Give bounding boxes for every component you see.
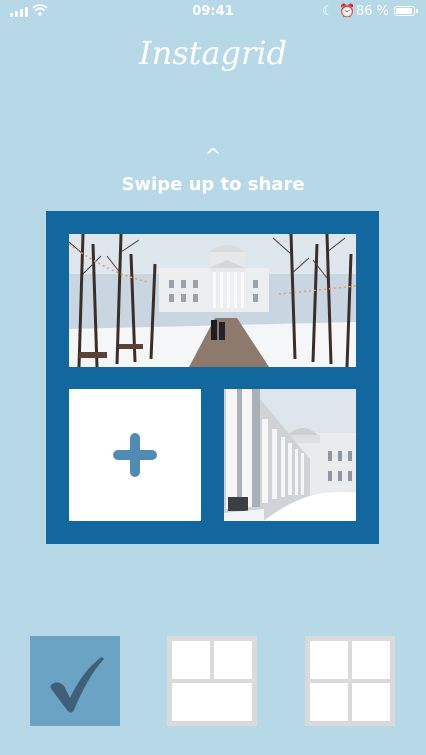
checkmark-icon (50, 657, 104, 713)
battery-percentage: 86 % (356, 4, 390, 19)
moon-icon: ☾ (322, 4, 334, 19)
layout-cell (172, 683, 252, 721)
plus-icon (113, 433, 157, 477)
layout-one-top-two-bottom-button[interactable] (30, 636, 120, 726)
photo-slot-add[interactable] (69, 389, 201, 521)
alarm-icon: ⏰ (339, 4, 356, 19)
status-bar: 09:41 ☾ ⏰ 86 % (0, 0, 426, 24)
photo-palace-colonnade (224, 389, 356, 521)
layout-cell (352, 683, 390, 721)
photo-slot-top[interactable] (69, 234, 356, 367)
layout-cell (310, 683, 348, 721)
app-title: Instagrid (138, 34, 288, 72)
swipe-up-label[interactable]: Swipe up to share (0, 174, 426, 195)
layout-cell (352, 641, 390, 679)
layout-cell (214, 641, 252, 679)
layout-cell (172, 641, 210, 679)
photo-grid (46, 211, 379, 544)
layout-two-top-one-bottom-button[interactable] (167, 636, 257, 726)
photo-slot-bottom-right[interactable] (224, 389, 356, 521)
swipe-up-arrow-icon: ^ (204, 144, 222, 168)
battery-icon (394, 6, 418, 16)
layout-cell (310, 641, 348, 679)
photo-palace-park (69, 234, 356, 367)
layout-four-squares-button[interactable] (305, 636, 395, 726)
